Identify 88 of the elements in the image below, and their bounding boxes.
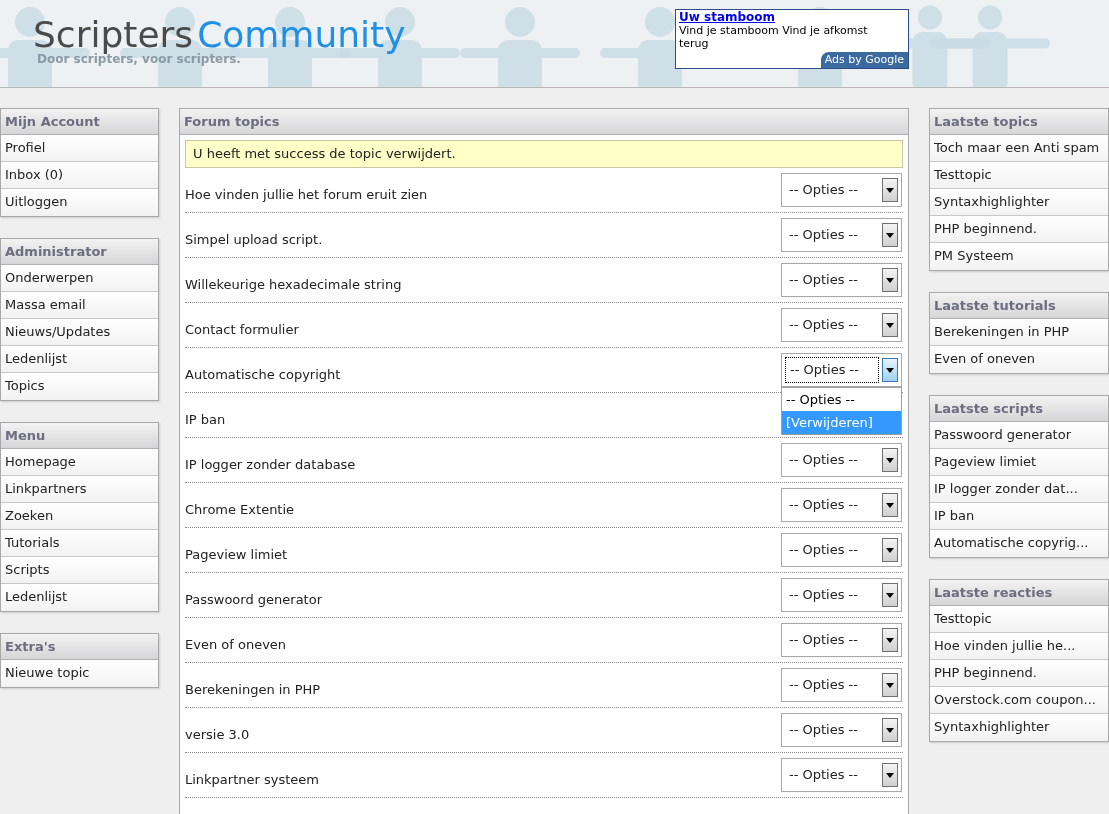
caret-icon xyxy=(882,313,898,337)
panel-title: Laatste reacties xyxy=(930,580,1108,606)
topic-title: Even of oneven xyxy=(185,636,288,655)
topic-title: Chrome Extentie xyxy=(185,501,296,520)
sidebar-link[interactable]: Inbox (0) xyxy=(1,162,158,189)
caret-icon xyxy=(882,628,898,652)
options-select[interactable]: -- Opties -- xyxy=(781,668,902,702)
options-select[interactable]: -- Opties -- xyxy=(781,308,902,342)
caret-icon xyxy=(882,583,898,607)
sidebar-link[interactable]: Ledenlijst xyxy=(1,584,158,611)
sidebar-link[interactable]: Nieuws/Updates xyxy=(1,319,158,346)
options-select[interactable]: -- Opties -- xyxy=(781,578,902,612)
sidebar-link[interactable]: PHP beginnend. xyxy=(930,216,1108,243)
caret-icon xyxy=(882,178,898,202)
options-select[interactable]: -- Opties -- xyxy=(781,353,902,387)
sidebar-link[interactable]: Zoeken xyxy=(1,503,158,530)
options-select[interactable]: -- Opties -- xyxy=(781,443,902,477)
topic-title: versie 3.0 xyxy=(185,726,251,745)
topic-title: Linkpartner systeem xyxy=(185,771,320,790)
options-select[interactable]: -- Opties -- xyxy=(781,533,902,567)
topic-title: Automatische copyright xyxy=(185,366,342,385)
options-select[interactable]: -- Opties -- xyxy=(781,173,902,207)
caret-icon xyxy=(882,763,898,787)
sidebar-link[interactable]: Even of oneven xyxy=(930,346,1108,373)
dropdown-option[interactable]: -- Opties -- xyxy=(782,388,901,411)
topic-title: Passwoord generator xyxy=(185,591,323,610)
topic-title: Berekeningen in PHP xyxy=(185,681,322,700)
sidebar-link[interactable]: IP logger zonder dat... xyxy=(930,476,1108,503)
sidebar-link[interactable]: IP ban xyxy=(930,503,1108,530)
sidebar-link[interactable]: Toch maar een Anti spam xyxy=(930,135,1108,162)
tagline: Door scripters, voor scripters. xyxy=(37,52,241,68)
topic-title: Contact formulier xyxy=(185,321,300,340)
sidebar-link[interactable]: Passwoord generator xyxy=(930,422,1108,449)
topic-title: Hoe vinden jullie het forum eruit zien xyxy=(185,186,429,205)
sidebar-link[interactable]: Linkpartners xyxy=(1,476,158,503)
topic-title: IP logger zonder database xyxy=(185,456,357,475)
options-select[interactable]: -- Opties -- xyxy=(781,488,902,522)
panel-title: Extra's xyxy=(1,634,158,660)
panel-title: Laatste scripts xyxy=(930,396,1108,422)
options-select[interactable]: -- Opties -- xyxy=(781,758,902,792)
caret-icon xyxy=(882,493,898,517)
ad-text: Vind je stamboom Vind je afkomst terug xyxy=(678,24,869,50)
options-select[interactable]: -- Opties -- xyxy=(781,623,902,657)
topic-title: Simpel upload script. xyxy=(185,231,324,250)
sidebar-link[interactable]: Ledenlijst xyxy=(1,346,158,373)
sidebar-link[interactable]: Syntaxhighlighter xyxy=(930,714,1108,741)
sidebar-link[interactable]: Tutorials xyxy=(1,530,158,557)
sidebar-link[interactable]: Testtopic xyxy=(930,606,1108,633)
sidebar-link[interactable]: Syntaxhighlighter xyxy=(930,189,1108,216)
ad-badge: Ads by Google xyxy=(820,52,908,68)
logo-text: Scripters xyxy=(33,14,194,55)
topic-title: Willekeurige hexadecimale string xyxy=(185,276,403,295)
sidebar-link[interactable]: Testtopic xyxy=(930,162,1108,189)
sidebar-link[interactable]: Overstock.com coupon... xyxy=(930,687,1108,714)
caret-icon xyxy=(882,268,898,292)
caret-icon xyxy=(882,358,898,382)
sidebar-link[interactable]: Onderwerpen xyxy=(1,265,158,292)
caret-icon xyxy=(882,223,898,247)
options-select[interactable]: -- Opties -- xyxy=(781,713,902,747)
panel-title: Forum topics xyxy=(180,109,908,135)
sidebar-link[interactable]: PHP beginnend. xyxy=(930,660,1108,687)
panel-title: Menu xyxy=(1,423,158,449)
sidebar-link[interactable]: Berekeningen in PHP xyxy=(930,319,1108,346)
options-select[interactable]: -- Opties -- xyxy=(781,218,902,252)
caret-icon xyxy=(882,673,898,697)
panel-title: Mijn Account xyxy=(1,109,158,135)
sidebar-link[interactable]: Massa email xyxy=(1,292,158,319)
caret-icon xyxy=(882,448,898,472)
sidebar-link[interactable]: Scripts xyxy=(1,557,158,584)
sidebar-link[interactable]: PM Systeem xyxy=(930,243,1108,270)
options-select[interactable]: -- Opties -- xyxy=(781,263,902,297)
sidebar-link[interactable]: Topics xyxy=(1,373,158,400)
sidebar-link[interactable]: Uitloggen xyxy=(1,189,158,216)
sidebar-link[interactable]: Nieuwe topic xyxy=(1,660,158,687)
sidebar-link[interactable]: Automatische copyrig... xyxy=(930,530,1108,557)
sidebar-link[interactable]: Hoe vinden jullie he... xyxy=(930,633,1108,660)
topic-title: Pageview limiet xyxy=(185,546,289,565)
topic-title: IP ban xyxy=(185,411,227,430)
sidebar-link[interactable]: Pageview limiet xyxy=(930,449,1108,476)
panel-title: Laatste topics xyxy=(930,109,1108,135)
success-message: U heeft met success de topic verwijdert. xyxy=(185,140,903,168)
panel-title: Administrator xyxy=(1,239,158,265)
sidebar-link[interactable]: Profiel xyxy=(1,135,158,162)
sidebar-link[interactable]: Homepage xyxy=(1,449,158,476)
ad-link[interactable]: Uw stamboom xyxy=(676,10,908,24)
panel-title: Laatste tutorials xyxy=(930,293,1108,319)
caret-icon xyxy=(882,538,898,562)
caret-icon xyxy=(882,718,898,742)
